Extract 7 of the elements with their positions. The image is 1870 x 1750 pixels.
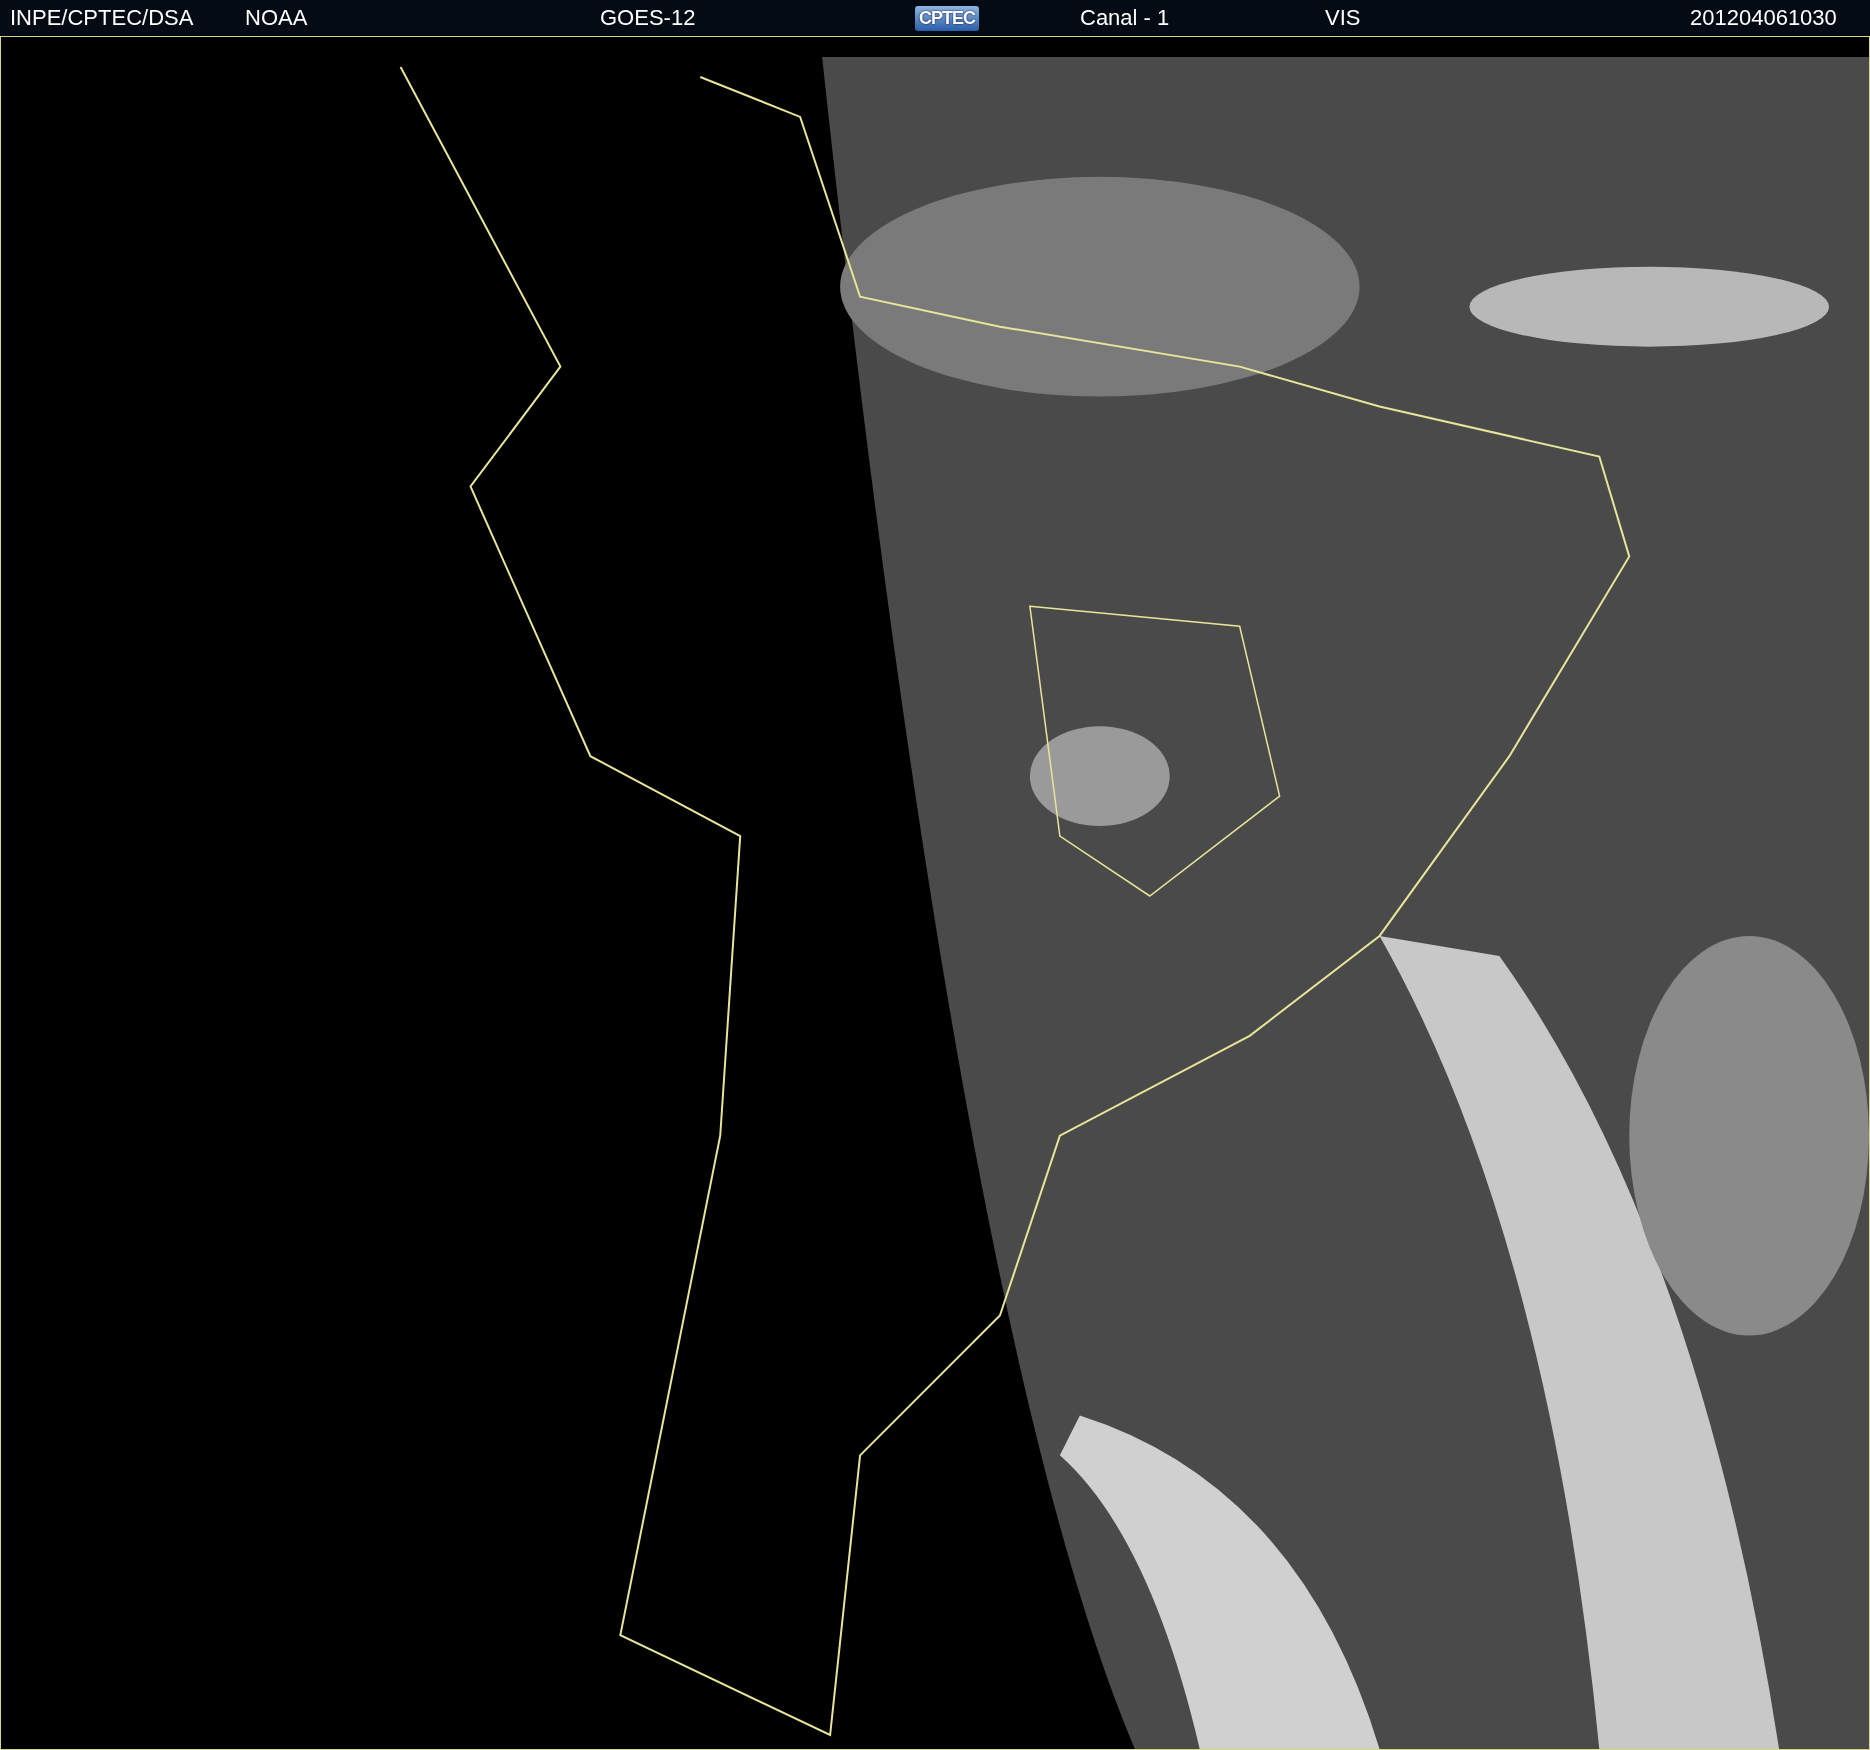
header-label: 201204061030	[1690, 5, 1837, 31]
header-label: VIS	[1325, 5, 1361, 31]
header-label: NOAA	[245, 5, 308, 31]
header-label: GOES-12	[600, 5, 696, 31]
logo: CPTEC	[915, 5, 979, 31]
header-label: INPE/CPTEC/DSA	[10, 5, 194, 31]
header-label: Canal - 1	[1080, 5, 1170, 31]
